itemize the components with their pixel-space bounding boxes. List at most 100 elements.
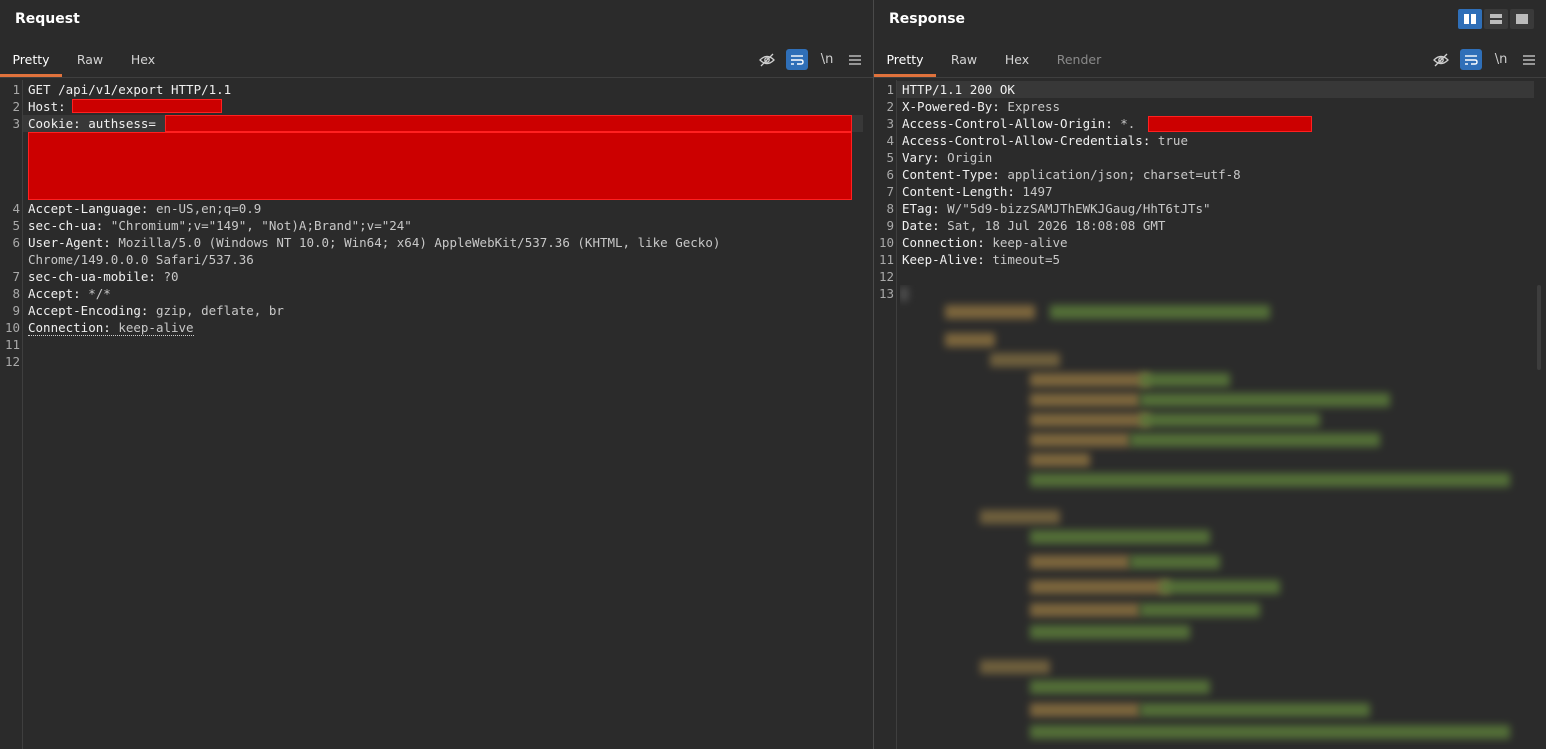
- response-line[interactable]: Access-Control-Allow-Origin: *.: [902, 115, 1135, 132]
- response-line[interactable]: Vary: Origin: [902, 149, 992, 166]
- obfuscated-text: [980, 510, 1060, 524]
- line-number: 6: [12, 235, 20, 250]
- obfuscated-text: [1030, 530, 1210, 544]
- request-line[interactable]: User-Agent: Mozilla/5.0 (Windows NT 10.0…: [28, 234, 720, 251]
- response-tab-pretty[interactable]: Pretty: [874, 44, 936, 77]
- request-tab-raw[interactable]: Raw: [66, 44, 114, 76]
- header-name: Host:: [28, 99, 66, 114]
- obfuscated-text: [1030, 703, 1140, 717]
- header-value: ?0: [155, 269, 179, 284]
- line-number: 8: [886, 201, 894, 216]
- header-name: Accept:: [28, 286, 81, 301]
- menu-icon[interactable]: [1518, 49, 1540, 70]
- line-number: 4: [886, 133, 894, 148]
- request-line[interactable]: Accept: */*: [28, 285, 111, 302]
- header-name: Vary:: [902, 150, 940, 165]
- newline-icon[interactable]: \n: [816, 49, 838, 70]
- response-line[interactable]: Keep-Alive: timeout=5: [902, 251, 1060, 268]
- obfuscated-text: [1030, 393, 1140, 407]
- split-vertical-icon[interactable]: [1458, 9, 1482, 29]
- response-line[interactable]: Access-Control-Allow-Credentials: true: [902, 132, 1188, 149]
- request-editor[interactable]: GET /api/v1/export HTTP/1.1 Host: Cookie…: [23, 80, 864, 749]
- redaction-box: [72, 99, 222, 113]
- header-value: true: [1150, 133, 1188, 148]
- header-value: keep-alive: [984, 235, 1068, 250]
- response-tab-raw[interactable]: Raw: [940, 44, 988, 76]
- obfuscated-text: [1030, 555, 1130, 569]
- wrap-icon[interactable]: [786, 49, 808, 70]
- response-line[interactable]: X-Powered-By: Express: [902, 98, 1060, 115]
- obfuscated-text: [900, 287, 908, 301]
- response-line[interactable]: Connection: keep-alive: [902, 234, 1068, 251]
- request-gutter: 1 2 3 4 5 6 7 8 9 10 11 12: [0, 80, 23, 749]
- menu-icon[interactable]: [844, 49, 866, 70]
- line-number: 10: [878, 235, 894, 250]
- header-value: Origin: [939, 150, 993, 165]
- line-number: 3: [886, 116, 894, 131]
- obfuscated-text: [1030, 603, 1140, 617]
- request-line[interactable]: Connection: keep-alive: [28, 319, 194, 336]
- header-value: */*: [80, 286, 111, 301]
- response-line[interactable]: HTTP/1.1 200 OK: [902, 81, 1015, 98]
- line-number: 11: [4, 337, 20, 352]
- header-value: W/"5d9-bizzSAMJThEWKJGaug/HhT6tJTs": [939, 201, 1211, 216]
- request-line[interactable]: Accept-Language: en-US,en;q=0.9: [28, 200, 261, 217]
- header-value: Chrome/149.0.0.0 Safari/537.36: [28, 252, 254, 267]
- header-value: Sat, 18 Jul 2026 18:08:08 GMT: [939, 218, 1166, 233]
- header-name: Cookie: authsess=: [28, 116, 156, 131]
- obfuscated-text: [1030, 580, 1170, 594]
- response-line[interactable]: ETag: W/"5d9-bizzSAMJThEWKJGaug/HhT6tJTs…: [902, 200, 1211, 217]
- single-pane-icon[interactable]: [1510, 9, 1534, 29]
- line-number: 12: [878, 269, 894, 284]
- response-line[interactable]: Content-Length: 1497: [902, 183, 1053, 200]
- obfuscated-text: [1030, 373, 1150, 387]
- header-name: ETag:: [902, 201, 940, 216]
- request-line[interactable]: sec-ch-ua-mobile: ?0: [28, 268, 179, 285]
- header-value: application/json; charset=utf-8: [999, 167, 1241, 182]
- request-line[interactable]: Host:: [28, 98, 66, 115]
- header-value: timeout=5: [984, 252, 1061, 267]
- header-name: Content-Type:: [902, 167, 1000, 182]
- response-body-obfuscated: [900, 285, 1536, 745]
- obfuscated-text: [990, 353, 1060, 367]
- header-value: 1497: [1014, 184, 1053, 199]
- response-title: Response: [889, 11, 966, 27]
- response-line[interactable]: Date: Sat, 18 Jul 2026 18:08:08 GMT: [902, 217, 1165, 234]
- line-number: 8: [12, 286, 20, 301]
- request-line[interactable]: sec-ch-ua: "Chromium";v="149", "Not)A;Br…: [28, 217, 412, 234]
- response-tab-render[interactable]: Render: [1050, 44, 1108, 76]
- scrollbar-thumb[interactable]: [1537, 285, 1541, 370]
- line-number: 1: [886, 82, 894, 97]
- redaction-box: [165, 115, 852, 132]
- request-line[interactable]: GET /api/v1/export HTTP/1.1: [28, 81, 231, 98]
- line-number: 10: [4, 320, 20, 335]
- obfuscated-text: [1030, 680, 1210, 694]
- hide-icon[interactable]: [756, 49, 778, 70]
- obfuscated-text: [1130, 433, 1380, 447]
- redaction-box: [1148, 116, 1312, 132]
- wrap-icon[interactable]: [1460, 49, 1482, 70]
- header-name: Access-Control-Allow-Origin:: [902, 116, 1113, 131]
- request-scrollbar[interactable]: [863, 80, 873, 749]
- request-tab-hex[interactable]: Hex: [120, 44, 166, 76]
- obfuscated-text: [1030, 433, 1130, 447]
- request-line[interactable]: Cookie: authsess=: [28, 115, 156, 132]
- header-name: Content-Length:: [902, 184, 1015, 199]
- newline-icon[interactable]: \n: [1490, 49, 1512, 70]
- response-tab-hex[interactable]: Hex: [994, 44, 1040, 76]
- tab-divider: [874, 77, 1546, 78]
- header-name: Access-Control-Allow-Credentials:: [902, 133, 1151, 148]
- line-number: 9: [886, 218, 894, 233]
- request-panel: Request Pretty Raw Hex \n 1 2 3 4 5 6 7 …: [0, 0, 873, 749]
- obfuscated-text: [1030, 625, 1190, 639]
- hide-icon[interactable]: [1430, 49, 1452, 70]
- response-line[interactable]: Content-Type: application/json; charset=…: [902, 166, 1241, 183]
- request-line[interactable]: Accept-Encoding: gzip, deflate, br: [28, 302, 284, 319]
- header-name: sec-ch-ua:: [28, 218, 104, 233]
- obfuscated-text: [1160, 580, 1280, 594]
- request-line-wrapped[interactable]: Chrome/149.0.0.0 Safari/537.36: [28, 251, 254, 268]
- header-name: Accept-Encoding:: [28, 303, 149, 318]
- request-tab-pretty[interactable]: Pretty: [0, 44, 62, 77]
- layout-switcher: [1458, 9, 1536, 29]
- split-horizontal-icon[interactable]: [1484, 9, 1508, 29]
